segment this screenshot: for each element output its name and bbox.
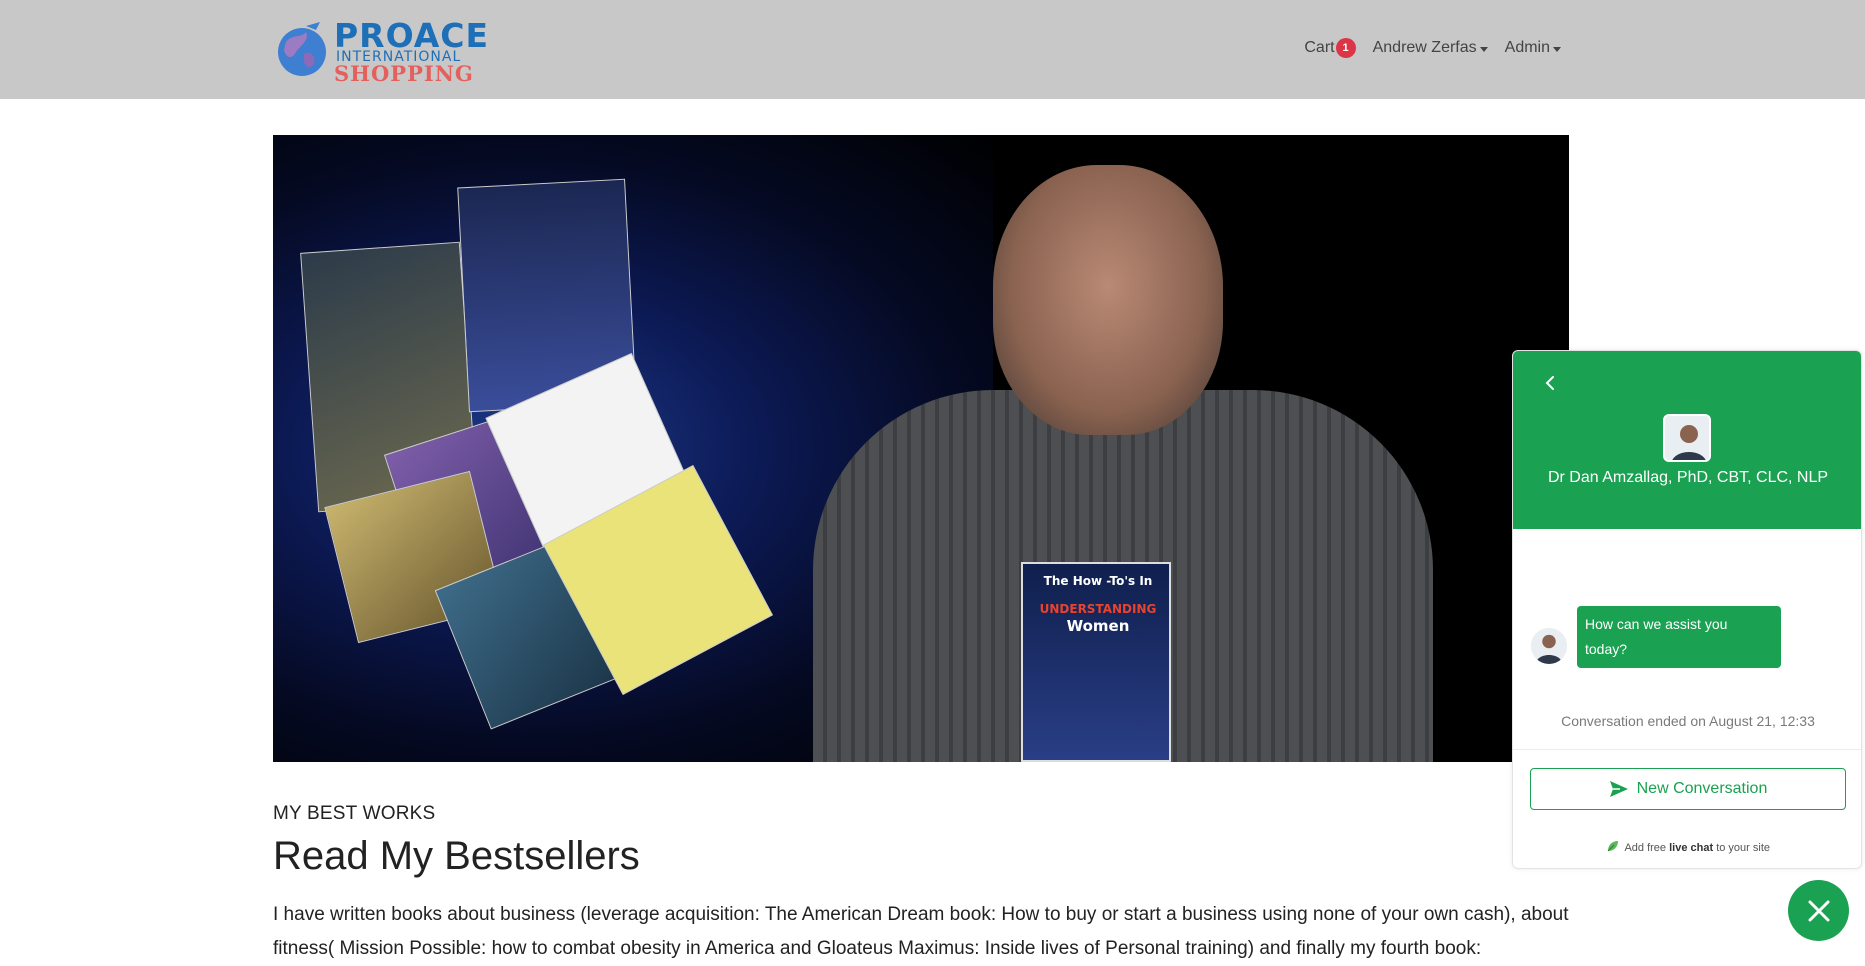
agent-avatar bbox=[1663, 414, 1711, 462]
held-book-title-1: The How -To's In bbox=[1043, 574, 1153, 588]
held-book: The How -To's In UNDERSTANDING Women bbox=[1021, 562, 1171, 762]
held-book-title-2: UNDERSTANDING bbox=[1039, 602, 1157, 616]
hero-image: The How -To's In UNDERSTANDING Women bbox=[273, 135, 1569, 762]
chat-message-bubble: How can we assist you today? bbox=[1577, 606, 1781, 668]
powered-prefix: Add free bbox=[1624, 842, 1667, 854]
powered-suffix: to your site bbox=[1716, 842, 1770, 854]
cart-count-badge: 1 bbox=[1335, 38, 1356, 58]
leaf-icon bbox=[1607, 841, 1618, 852]
chat-toggle-button[interactable] bbox=[1788, 880, 1849, 941]
person-icon bbox=[1531, 628, 1567, 664]
send-icon bbox=[1609, 781, 1628, 797]
chevron-down-icon bbox=[1479, 46, 1488, 52]
powered-by-link[interactable]: Add free live chat to your site bbox=[1513, 839, 1861, 854]
new-conversation-button[interactable]: New Conversation bbox=[1530, 768, 1846, 810]
top-nav: Cart 1 Andrew Zerfas Admin bbox=[1287, 38, 1561, 58]
chevron-down-icon bbox=[1553, 46, 1561, 52]
close-icon bbox=[1808, 900, 1829, 921]
message-avatar bbox=[1531, 628, 1567, 664]
nav-user-label: Andrew Zerfas bbox=[1372, 39, 1477, 56]
nav-cart[interactable]: Cart 1 bbox=[1304, 38, 1356, 58]
held-book-title-3: Women bbox=[1066, 617, 1130, 635]
nav-admin-menu[interactable]: Admin bbox=[1505, 39, 1561, 57]
globe-icon bbox=[278, 22, 326, 76]
nav-user-menu[interactable]: Andrew Zerfas bbox=[1373, 39, 1488, 57]
back-arrow-icon[interactable] bbox=[1540, 373, 1560, 393]
section-title: Read My Bestsellers bbox=[273, 834, 640, 878]
presenter-head bbox=[993, 165, 1223, 435]
nav-cart-label: Cart bbox=[1304, 39, 1335, 56]
conversation-ended-text: Conversation ended on August 21, 12:33 bbox=[1561, 713, 1815, 729]
logo-shopping: SHOPPING bbox=[334, 61, 474, 86]
section-kicker: MY BEST WORKS bbox=[273, 803, 436, 824]
new-conversation-label: New Conversation bbox=[1636, 780, 1768, 797]
divider bbox=[1513, 749, 1861, 750]
live-chat-panel: Dr Dan Amzallag, PhD, CBT, CLC, NLP How … bbox=[1512, 350, 1862, 869]
section-paragraph: I have written books about business (lev… bbox=[273, 904, 1569, 959]
site-header: PROACE INTERNATIONAL SHOPPING Cart 1 And… bbox=[0, 0, 1865, 99]
powered-bold: live chat bbox=[1669, 842, 1714, 854]
chat-header: Dr Dan Amzallag, PhD, CBT, CLC, NLP bbox=[1513, 351, 1861, 529]
nav-admin-label: Admin bbox=[1504, 39, 1550, 56]
person-icon bbox=[1665, 416, 1709, 460]
site-logo[interactable]: PROACE INTERNATIONAL SHOPPING bbox=[276, 16, 526, 86]
agent-name: Dr Dan Amzallag, PhD, CBT, CLC, NLP bbox=[1547, 469, 1829, 486]
